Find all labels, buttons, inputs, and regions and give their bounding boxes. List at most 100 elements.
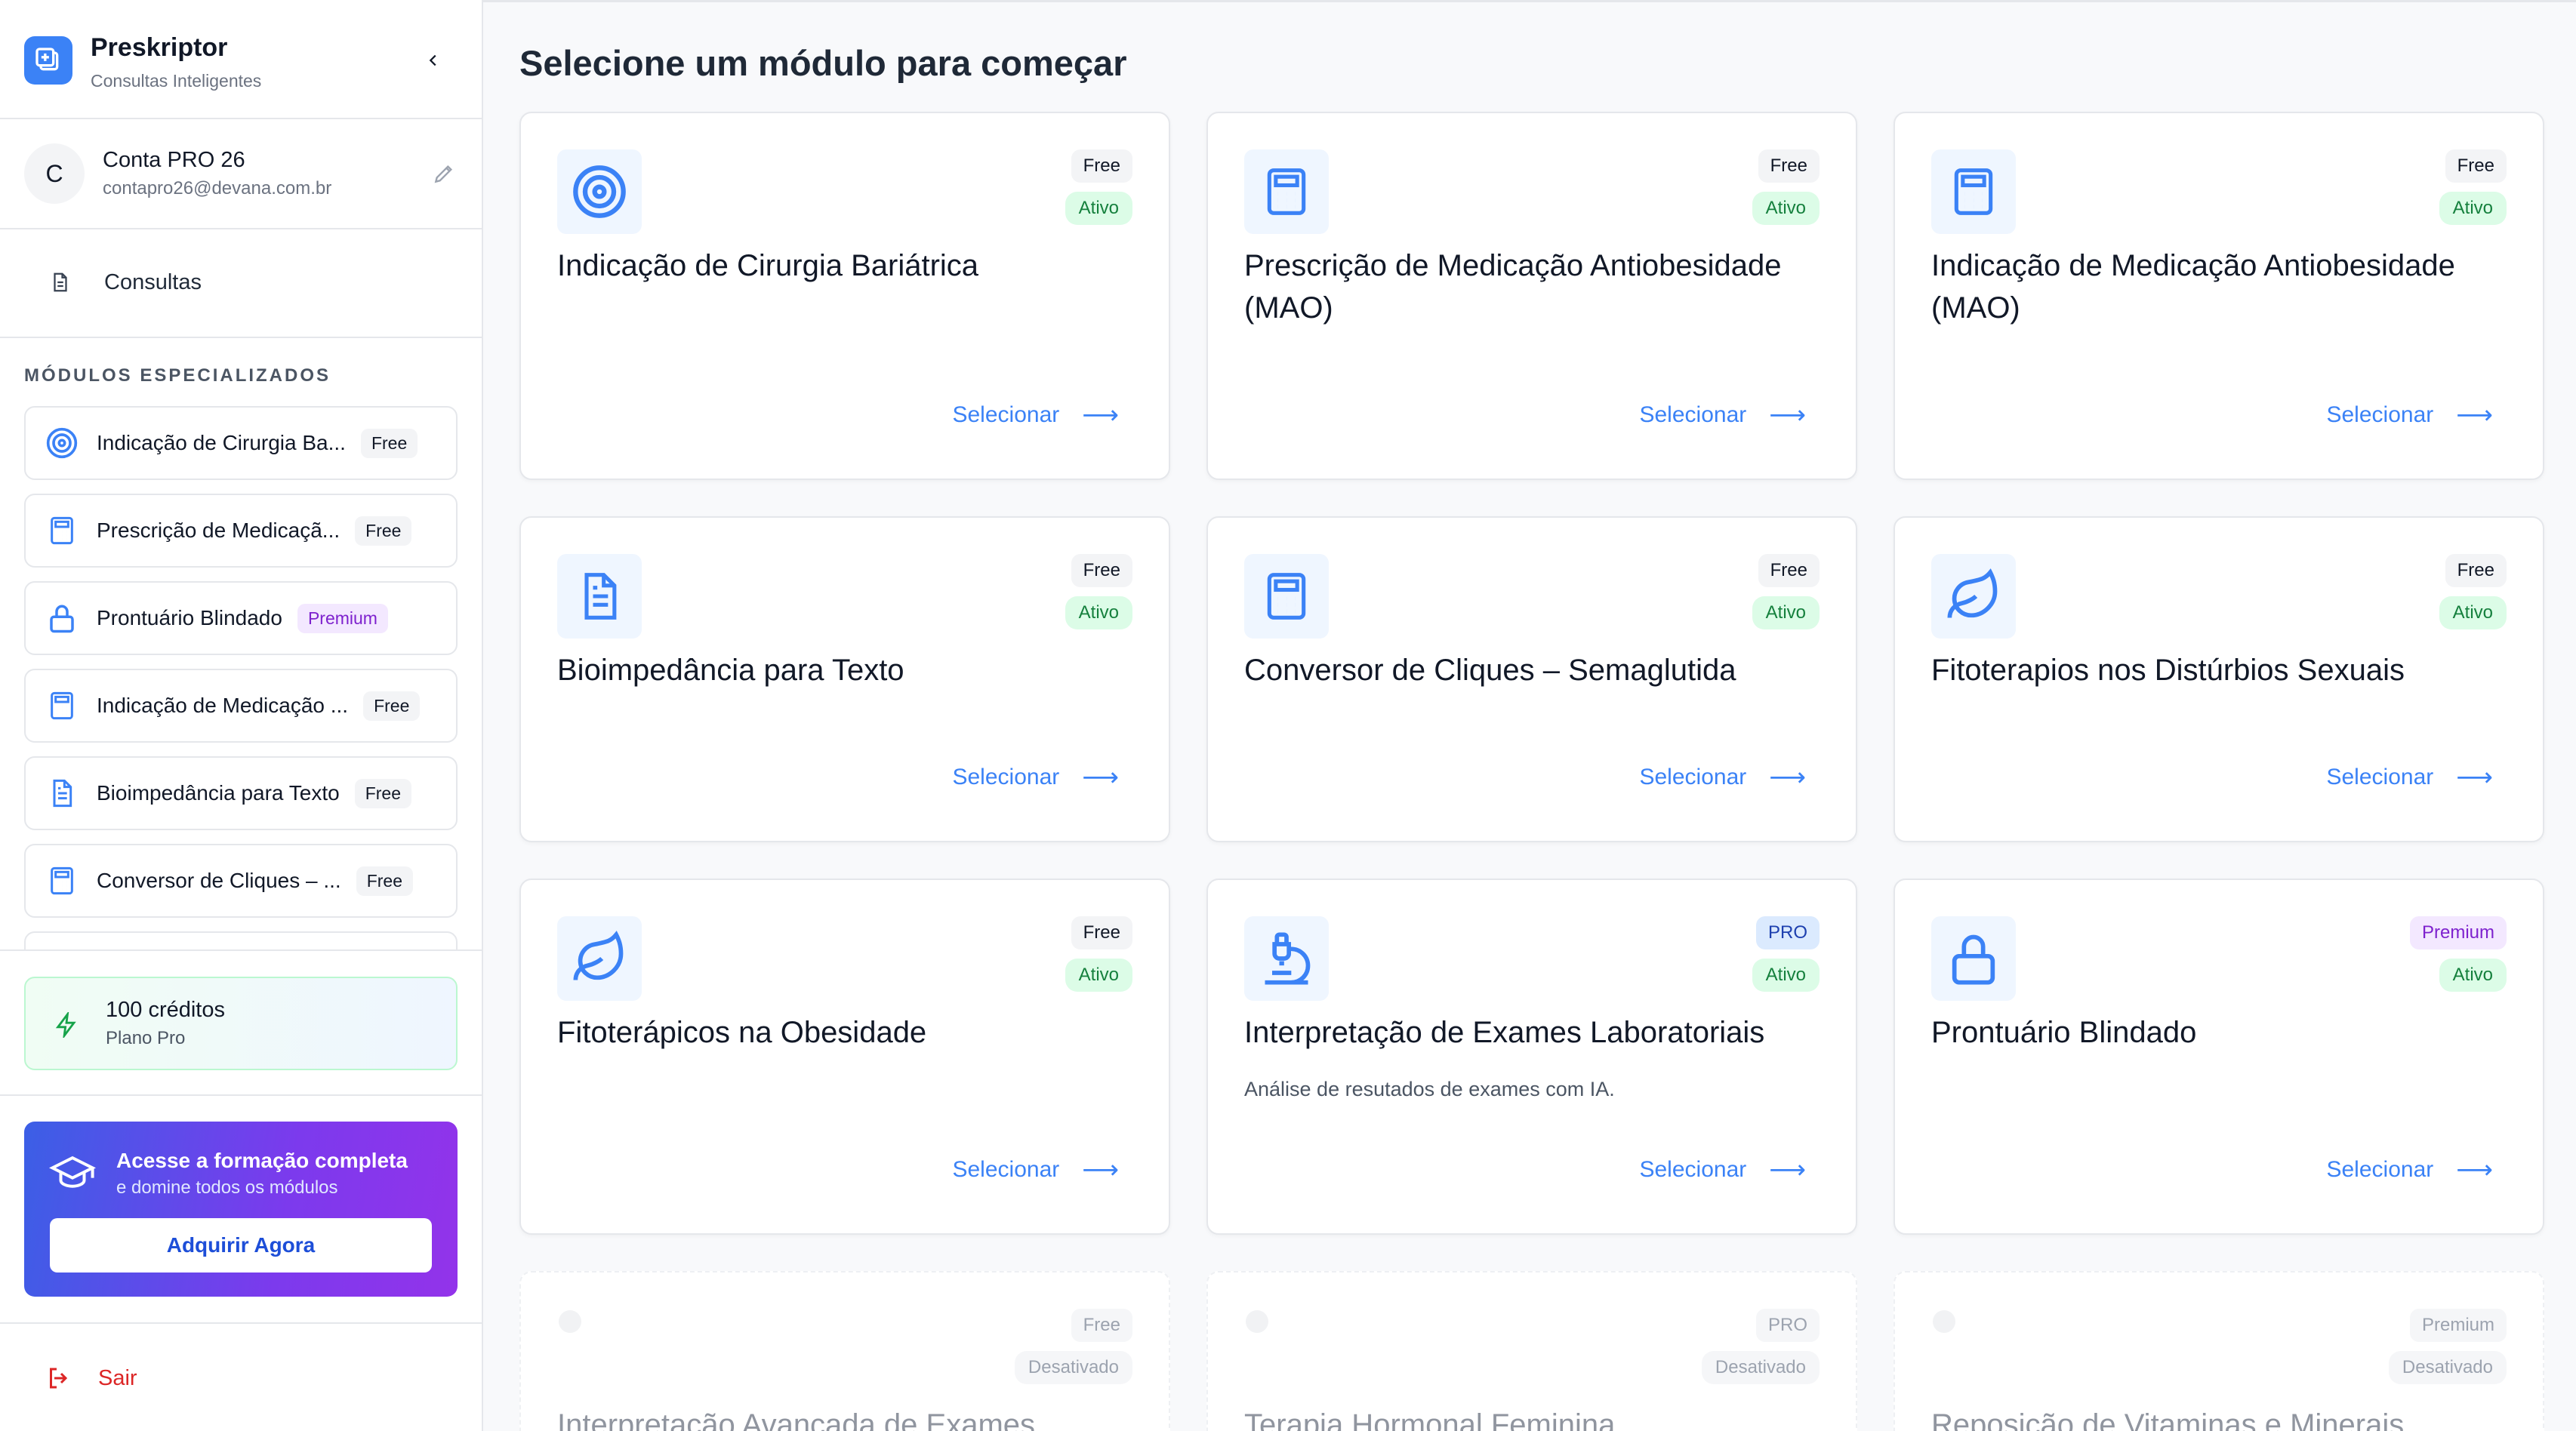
avatar: C (24, 143, 85, 204)
module-card[interactable]: Free Ativo Prescrição de Medicação Antio… (1206, 112, 1857, 480)
module-title: Fitoterápicos na Obesidade (557, 1016, 927, 1049)
select-button[interactable]: Selecionar ⟶ (952, 1155, 1119, 1185)
module-title: Fitoterapios nos Distúrbios Sexuais (1931, 654, 2405, 687)
sidebar-module-item[interactable]: Bioimpedância para Texto Free (24, 756, 458, 830)
status-badge: Desativado (1014, 1351, 1132, 1384)
edit-profile-button[interactable] (430, 160, 458, 187)
calculator-icon (44, 688, 80, 724)
lock-icon (44, 600, 80, 636)
arrow-right-icon: ⟶ (1082, 1156, 1119, 1184)
sidebar-module-label: Conversor de Cliques – ... (97, 869, 341, 892)
target-icon (557, 149, 642, 234)
status-badge: Ativo (2439, 959, 2507, 992)
sidebar-module-label: Prescrição de Medicaçã... (97, 519, 340, 542)
sidebar-module-item[interactable]: Prescrição de Medicaçã... Free (24, 494, 458, 568)
sidebar-module-item[interactable] (24, 931, 458, 949)
module-card[interactable]: PRO Ativo Interpretação de Exames Labora… (1206, 879, 1857, 1235)
module-title: Indicação de Medicação Antiobesidade (MA… (1931, 249, 2455, 325)
arrow-right-icon: ⟶ (2456, 763, 2493, 792)
module-card[interactable]: Free Ativo Indicação de Medicação Antiob… (1893, 112, 2544, 480)
select-label: Selecionar (1639, 1157, 1747, 1182)
plan-badge: Free (1758, 554, 1820, 587)
select-button[interactable]: Selecionar ⟶ (2326, 1155, 2493, 1185)
collapse-sidebar-button[interactable] (420, 47, 447, 74)
credits-card: 100 créditos Plano Pro (24, 977, 458, 1070)
select-button[interactable]: Selecionar ⟶ (952, 762, 1119, 792)
app-subtitle: Consultas Inteligentes (91, 71, 262, 91)
plan-badge: Free (363, 691, 421, 721)
lightning-icon (51, 1010, 82, 1040)
module-title: Terapia Hormonal Feminina (1244, 1408, 1616, 1431)
calculator-icon (1244, 149, 1329, 234)
logout-button[interactable]: Sair (45, 1360, 137, 1396)
document-icon (44, 775, 80, 811)
plan-badge: Free (360, 428, 418, 458)
sidebar-module-item[interactable]: Indicação de Cirurgia Ba... Free (24, 406, 458, 480)
sidebar-module-label: Indicação de Cirurgia Ba... (97, 431, 346, 454)
divider (0, 228, 482, 229)
sidebar: Preskriptor Consultas Inteligentes C Con… (0, 0, 483, 1431)
select-button[interactable]: Selecionar ⟶ (2326, 762, 2493, 792)
pencil-icon (434, 165, 453, 183)
status-badge: Desativado (1701, 1351, 1820, 1384)
icon-placeholder (559, 1310, 581, 1333)
divider (0, 1094, 482, 1096)
module-card[interactable]: Free Ativo Conversor de Cliques – Semagl… (1206, 516, 1857, 842)
select-button[interactable]: Selecionar ⟶ (1639, 762, 1806, 792)
module-title: Reposição de Vitaminas e Minerais (1931, 1408, 2405, 1431)
status-badge: Ativo (2439, 192, 2507, 225)
calculator-icon (1244, 554, 1329, 639)
buy-now-button[interactable]: Adquirir Agora (50, 1218, 432, 1273)
section-title: MÓDULOS ESPECIALIZADOS (24, 365, 331, 386)
select-label: Selecionar (952, 765, 1060, 789)
select-button[interactable]: Selecionar ⟶ (1639, 400, 1806, 430)
medical-plus-icon (35, 48, 59, 71)
module-title: Conversor de Cliques – Semaglutida (1244, 654, 1736, 687)
select-button[interactable]: Selecionar ⟶ (2326, 400, 2493, 430)
chevron-left-icon (429, 54, 436, 66)
logout-icon (50, 1368, 68, 1389)
app-logo (24, 36, 72, 85)
select-button[interactable]: Selecionar ⟶ (952, 400, 1119, 430)
sidebar-module-item[interactable]: Prontuário Blindado Premium (24, 581, 458, 655)
plan-badge: Free (356, 866, 414, 896)
status-badge: Desativado (2388, 1351, 2507, 1384)
status-badge: Ativo (1752, 959, 1820, 992)
module-card[interactable]: Premium Ativo Prontuário Blindado Seleci… (1893, 879, 2544, 1235)
credits-amount: 100 créditos (106, 998, 225, 1022)
sidebar-module-list: Indicação de Cirurgia Ba... Free Prescri… (24, 406, 459, 949)
module-card[interactable]: Free Ativo Bioimpedância para Texto Sele… (519, 516, 1170, 842)
divider (0, 337, 482, 338)
select-label: Selecionar (1639, 765, 1747, 789)
module-card[interactable]: Free Ativo Fitoterapios nos Distúrbios S… (1893, 516, 2544, 842)
leaf-icon (1931, 554, 2016, 639)
page-title: Selecione um módulo para começar (519, 43, 1127, 83)
nav-consultas-label: Consultas (104, 269, 202, 294)
sidebar-module-item[interactable]: Conversor de Cliques – ... Free (24, 844, 458, 918)
target-icon (44, 425, 80, 461)
arrow-right-icon: ⟶ (1082, 763, 1119, 792)
module-card-disabled: Free Desativado Interpretação Avançada d… (519, 1271, 1170, 1431)
logout-label: Sair (98, 1365, 137, 1390)
status-badge: Ativo (2439, 596, 2507, 629)
plan-badge: PRO (1755, 916, 1820, 949)
document-icon (557, 554, 642, 639)
module-card[interactable]: Free Ativo Fitoterápicos na Obesidade Se… (519, 879, 1170, 1235)
select-button[interactable]: Selecionar ⟶ (1639, 1155, 1806, 1185)
calculator-icon (44, 863, 80, 899)
module-card[interactable]: Free Ativo Indicação de Cirurgia Bariátr… (519, 112, 1170, 480)
plan-badge: Premium (297, 603, 388, 633)
divider (0, 949, 482, 951)
user-name: Conta PRO 26 (103, 148, 245, 172)
sidebar-module-item[interactable]: Indicação de Medicação ... Free (24, 669, 458, 743)
select-label: Selecionar (2326, 765, 2434, 789)
plan-badge: Free (1071, 1309, 1132, 1342)
module-title: Bioimpedância para Texto (557, 654, 904, 687)
plan-badge: Free (2445, 149, 2507, 183)
nav-consultas[interactable]: Consultas (24, 258, 458, 306)
module-card-disabled: Premium Desativado Reposição de Vitamina… (1893, 1271, 2544, 1431)
plan-badge: Premium (2409, 916, 2507, 949)
plan-badge: Free (355, 515, 412, 546)
module-title: Prescrição de Medicação Antiobesidade (M… (1244, 249, 1782, 325)
arrow-right-icon: ⟶ (2456, 401, 2493, 429)
